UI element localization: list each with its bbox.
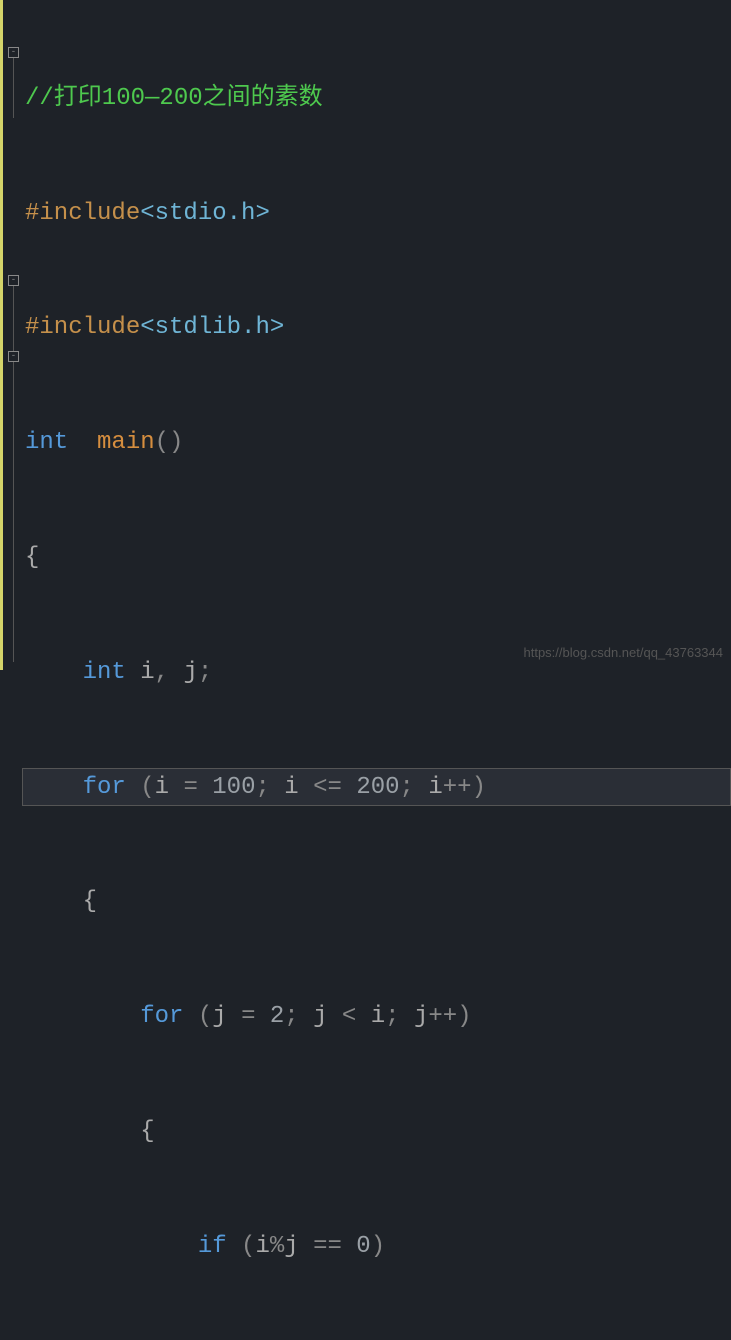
keyword-int: int bbox=[83, 659, 126, 686]
op-eq: == bbox=[313, 1233, 342, 1260]
code-line: //打印100—200之间的素数 bbox=[23, 80, 731, 118]
code-editor[interactable]: //打印100—200之间的素数 #include<stdio.h> #incl… bbox=[23, 3, 731, 1340]
keyword-if: if bbox=[198, 1233, 227, 1260]
keyword-int: int bbox=[25, 429, 68, 456]
brace-open: { bbox=[25, 544, 39, 571]
ident-i: i bbox=[428, 774, 442, 801]
code-line: #include<stdlib.h> bbox=[23, 309, 731, 347]
semicolon: ; bbox=[400, 774, 414, 801]
num-0: 0 bbox=[356, 1233, 370, 1260]
semicolon: ; bbox=[198, 659, 212, 686]
num-200: 200 bbox=[356, 774, 399, 801]
fold-guide bbox=[13, 58, 14, 118]
comment-text: //打印100—200之间的素数 bbox=[25, 85, 323, 112]
header-name: stdio.h bbox=[155, 200, 256, 227]
brace-open: { bbox=[140, 1118, 154, 1145]
op-lte: <= bbox=[313, 774, 342, 801]
paren-open: ( bbox=[155, 429, 169, 456]
op-assign: = bbox=[183, 774, 197, 801]
code-line: if (i%j == 0) bbox=[23, 1228, 731, 1266]
watermark-text: https://blog.csdn.net/qq_43763344 bbox=[524, 643, 724, 664]
fold-toggle-for-outer[interactable]: - bbox=[8, 275, 19, 286]
code-line: int main() bbox=[23, 424, 731, 462]
preproc-directive: #include bbox=[25, 200, 140, 227]
op-lt: < bbox=[342, 1003, 356, 1030]
ident-i: i bbox=[155, 774, 169, 801]
func-main: main bbox=[97, 429, 155, 456]
ident-i: i bbox=[284, 774, 298, 801]
fold-toggle-for-inner[interactable]: - bbox=[8, 351, 19, 362]
ident-i: i bbox=[255, 1233, 269, 1260]
semicolon: ; bbox=[255, 774, 269, 801]
paren-close: ) bbox=[472, 774, 486, 801]
code-line: for (j = 2; j < i; j++) bbox=[23, 998, 731, 1036]
paren-open: ( bbox=[198, 1003, 212, 1030]
semicolon: ; bbox=[284, 1003, 298, 1030]
paren-open: ( bbox=[241, 1233, 255, 1260]
ident-j: j bbox=[284, 1233, 298, 1260]
ident-j: j bbox=[212, 1003, 226, 1030]
semicolon: ; bbox=[385, 1003, 399, 1030]
ident-j: j bbox=[183, 659, 197, 686]
gutter: - - - bbox=[3, 0, 23, 670]
paren-close: ) bbox=[169, 429, 183, 456]
paren-open: ( bbox=[140, 774, 154, 801]
keyword-for: for bbox=[140, 1003, 183, 1030]
paren-close: ) bbox=[371, 1233, 385, 1260]
op-inc: ++ bbox=[443, 774, 472, 801]
ident-j: j bbox=[414, 1003, 428, 1030]
op-assign: = bbox=[241, 1003, 255, 1030]
angle-close: > bbox=[255, 200, 269, 227]
preproc-directive: #include bbox=[25, 314, 140, 341]
num-100: 100 bbox=[212, 774, 255, 801]
paren-close: ) bbox=[457, 1003, 471, 1030]
code-line: { bbox=[23, 883, 731, 921]
header-name: stdlib.h bbox=[155, 314, 270, 341]
keyword-for: for bbox=[83, 774, 126, 801]
fold-toggle-include[interactable]: - bbox=[8, 47, 19, 58]
op-inc: ++ bbox=[428, 1003, 457, 1030]
brace-open: { bbox=[83, 888, 97, 915]
code-line: { bbox=[23, 539, 731, 577]
ident-j: j bbox=[313, 1003, 327, 1030]
num-2: 2 bbox=[270, 1003, 284, 1030]
ident-i: i bbox=[371, 1003, 385, 1030]
code-line-highlighted: for (i = 100; i <= 200; i++) bbox=[22, 768, 731, 806]
comma: , bbox=[155, 659, 169, 686]
angle-open: < bbox=[140, 200, 154, 227]
angle-close: > bbox=[270, 314, 284, 341]
fold-guide bbox=[13, 362, 14, 662]
code-line: { bbox=[23, 1113, 731, 1151]
ident-i: i bbox=[140, 659, 154, 686]
code-line: #include<stdio.h> bbox=[23, 195, 731, 233]
angle-open: < bbox=[140, 314, 154, 341]
op-mod: % bbox=[270, 1233, 284, 1260]
